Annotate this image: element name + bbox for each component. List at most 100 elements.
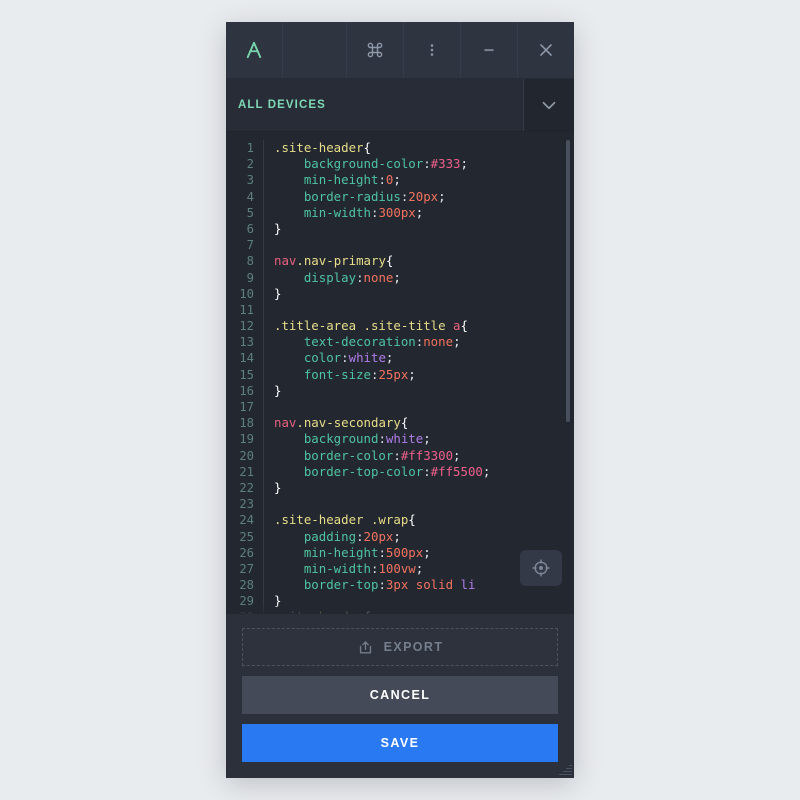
- window-resize-grip[interactable]: [558, 762, 572, 776]
- more-options-button[interactable]: [404, 22, 461, 78]
- code-token: font-size: [274, 366, 371, 382]
- code-line[interactable]: 20 border-color:#ff3300;: [226, 447, 574, 464]
- code-line[interactable]: 15 font-size:25px;: [226, 366, 574, 383]
- code-token: :: [341, 350, 349, 366]
- code-token: white: [385, 431, 424, 447]
- code-line-content[interactable]: min-height:0;: [264, 172, 574, 188]
- code-line-content[interactable]: }: [264, 286, 574, 302]
- code-line-number: 23: [226, 496, 264, 513]
- code-token: {: [400, 415, 409, 431]
- code-line-content[interactable]: display:none;: [264, 270, 574, 286]
- minimize-button[interactable]: [461, 22, 518, 78]
- cancel-button-label: CANCEL: [369, 688, 431, 702]
- code-token: ;: [393, 269, 401, 285]
- code-line[interactable]: 11: [226, 301, 574, 319]
- code-line-content[interactable]: }: [264, 221, 574, 237]
- code-line[interactable]: 21 border-top-color:#ff5500;: [226, 463, 574, 480]
- export-button[interactable]: EXPORT: [242, 628, 558, 666]
- code-line[interactable]: 8 nav.nav-primary{: [226, 253, 574, 270]
- code-line-content[interactable]: .site-header{: [264, 609, 574, 614]
- code-line-content[interactable]: border-color:#ff3300;: [264, 448, 574, 464]
- code-line[interactable]: 25 padding:20px;: [226, 528, 574, 545]
- code-line-content[interactable]: text-decoration:none;: [264, 334, 574, 350]
- code-line-content[interactable]: .title-area .site-title a{: [264, 318, 574, 334]
- close-button[interactable]: [518, 22, 574, 78]
- code-line-content[interactable]: }: [264, 480, 574, 496]
- code-line[interactable]: 2 background-color:#333;: [226, 156, 574, 173]
- code-line-content[interactable]: }: [264, 593, 574, 609]
- code-line-content[interactable]: font-size:25px;: [264, 367, 574, 383]
- code-line-content[interactable]: [264, 302, 574, 318]
- code-vertical-scrollbar[interactable]: [566, 140, 570, 422]
- device-selector-label-area[interactable]: ALL DEVICES: [226, 79, 524, 131]
- code-line-number: 2: [226, 156, 264, 173]
- code-token: }: [274, 593, 282, 609]
- device-selector-bar[interactable]: ALL DEVICES: [226, 79, 574, 132]
- code-line[interactable]: 5 min-width:300px;: [226, 204, 574, 221]
- code-token: }: [274, 220, 282, 236]
- code-line-number: 21: [226, 463, 264, 480]
- code-line-content[interactable]: padding:20px;: [264, 529, 574, 545]
- code-line[interactable]: 17: [226, 399, 574, 416]
- code-line[interactable]: 12 .title-area .site-title a{: [226, 318, 574, 335]
- code-token: ;: [408, 366, 416, 382]
- code-token: ;: [415, 560, 424, 576]
- code-line-content[interactable]: nav.nav-primary{: [264, 253, 574, 269]
- code-token: {: [364, 609, 371, 614]
- code-line-content[interactable]: nav.nav-secondary{: [264, 415, 574, 431]
- code-line[interactable]: 23: [226, 496, 574, 513]
- code-line-number: 16: [226, 382, 264, 399]
- code-token: 500px: [385, 544, 424, 560]
- code-line-number: 30: [226, 609, 264, 614]
- code-line[interactable]: 24 .site-header .wrap{: [226, 512, 574, 529]
- device-selector-toggle[interactable]: [524, 79, 574, 131]
- titlebar-spacer: [283, 22, 347, 78]
- code-line-number: 14: [226, 350, 264, 367]
- code-line-number: 20: [226, 447, 264, 464]
- cancel-button[interactable]: CANCEL: [242, 676, 558, 714]
- code-line-content[interactable]: [264, 237, 574, 253]
- inspect-target-button[interactable]: [520, 550, 562, 586]
- code-token: ;: [415, 204, 424, 220]
- code-line[interactable]: 6}: [226, 220, 574, 238]
- code-line[interactable]: 1 .site-header{: [226, 140, 574, 157]
- code-token: .site-header .wrap: [274, 512, 409, 528]
- code-line[interactable]: 7: [226, 237, 574, 254]
- code-token: ;: [460, 156, 468, 172]
- code-line-content[interactable]: [264, 496, 574, 512]
- code-token: border-color: [274, 447, 394, 463]
- code-line-number: 19: [226, 431, 264, 448]
- code-token: none: [423, 334, 454, 350]
- code-line[interactable]: 29}: [226, 593, 574, 610]
- code-line-content[interactable]: background-color:#333;: [264, 156, 574, 172]
- code-line-number: 24: [226, 512, 264, 529]
- code-line-content[interactable]: background:white;: [264, 431, 574, 447]
- code-line-content[interactable]: border-radius:20px;: [264, 189, 574, 205]
- code-line[interactable]: 13 text-decoration:none;: [226, 334, 574, 351]
- code-line[interactable]: 10}: [226, 285, 574, 302]
- code-token: }: [274, 479, 282, 495]
- code-line-content[interactable]: [264, 399, 574, 415]
- code-line-content[interactable]: color:white;: [264, 350, 574, 366]
- code-line-content[interactable]: .site-header{: [264, 140, 574, 156]
- code-line[interactable]: 9 display:none;: [226, 269, 574, 286]
- code-line[interactable]: 18 nav.nav-secondary{: [226, 415, 574, 432]
- code-line[interactable]: 4 border-radius:20px;: [226, 188, 574, 205]
- code-line-number: 28: [226, 577, 264, 594]
- code-line[interactable]: 22}: [226, 479, 574, 497]
- code-editor-area[interactable]: 1 .site-header{2 background-color:#333; 3 …: [226, 132, 574, 614]
- save-button[interactable]: SAVE: [242, 724, 558, 762]
- command-menu-button[interactable]: [347, 22, 404, 78]
- code-lines-container[interactable]: 1 .site-header{2 background-color:#333; 3 …: [226, 132, 574, 614]
- code-line-content[interactable]: border-top-color:#ff5500;: [264, 464, 574, 480]
- code-line-content[interactable]: .site-header .wrap{: [264, 512, 574, 528]
- code-line-content[interactable]: min-width:300px;: [264, 205, 574, 221]
- code-line[interactable]: 19 background:white;: [226, 431, 574, 448]
- code-line[interactable]: 30.site-header{: [226, 609, 574, 614]
- code-line-number: 25: [226, 528, 264, 545]
- code-line-content[interactable]: }: [264, 383, 574, 399]
- code-line[interactable]: 14 color:white;: [226, 350, 574, 367]
- code-token: ;: [393, 528, 401, 544]
- code-line[interactable]: 16}: [226, 382, 574, 399]
- code-line[interactable]: 3 min-height:0;: [226, 172, 574, 189]
